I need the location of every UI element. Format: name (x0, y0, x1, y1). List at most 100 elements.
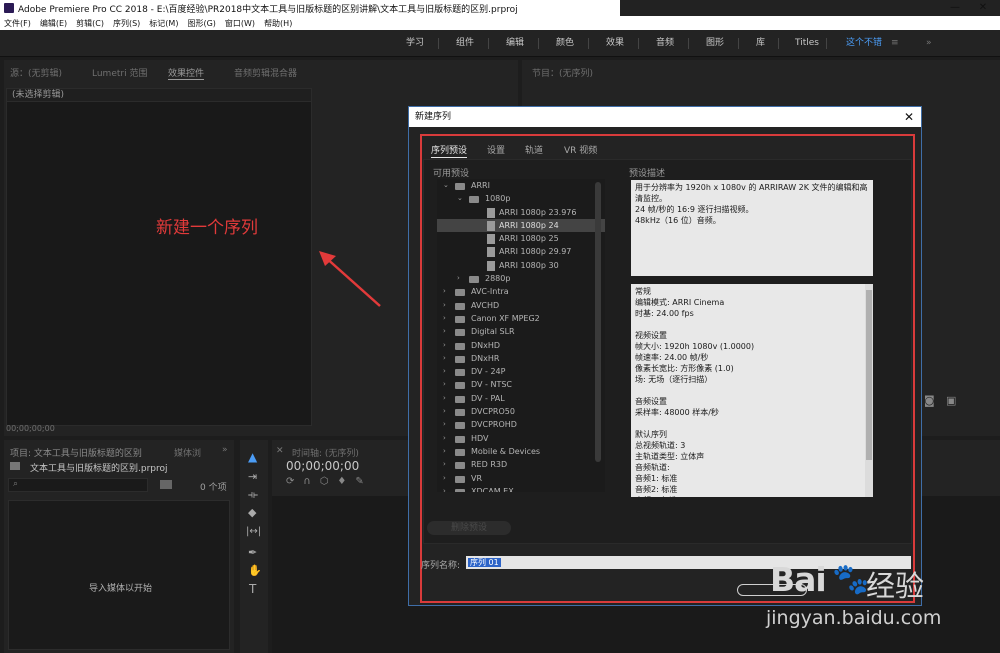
chevron-right-icon[interactable]: › (443, 378, 446, 391)
chevron-right-icon[interactable]: › (443, 365, 446, 378)
tab-effect-controls[interactable]: 效果控件 (168, 66, 205, 80)
preset-item[interactable]: ARRI 1080p 25 (437, 232, 605, 245)
preset-item[interactable]: ARRI 1080p 29.97 (437, 245, 605, 258)
chevron-right-icon[interactable]: › (443, 392, 446, 405)
tab-settings[interactable]: 设置 (487, 143, 505, 156)
delete-preset-button[interactable]: 删除预设 (427, 521, 511, 535)
workspace-titles[interactable]: Titles (795, 30, 819, 57)
minimize-icon[interactable]: — (948, 0, 962, 16)
chevron-right-icon[interactable]: › (443, 485, 446, 492)
menu-marker[interactable]: 标记(M) (149, 18, 178, 29)
preset-folder[interactable]: › DVCPROHD (437, 418, 605, 431)
menu-file[interactable]: 文件(F) (4, 18, 31, 29)
workspace-learn[interactable]: 学习 (406, 30, 424, 57)
menu-help[interactable]: 帮助(H) (264, 18, 292, 29)
window-close-icon[interactable]: ✕ (966, 0, 1000, 16)
workspace-menu-icon[interactable]: ≡ (891, 30, 899, 57)
preset-folder[interactable]: › DV - PAL (437, 392, 605, 405)
tab-timeline[interactable]: 时间轴: (无序列) (292, 446, 359, 459)
workspace-custom[interactable]: 这个不错 (846, 30, 882, 57)
workspace-libraries[interactable]: 库 (756, 30, 765, 57)
details-scrollbar[interactable] (865, 284, 873, 497)
type-tool-icon[interactable]: T (249, 582, 256, 596)
tab-project[interactable]: 项目: 文本工具与旧版标题的区别 (10, 446, 142, 459)
tab-media-browser[interactable]: 媒体浏 (174, 446, 201, 459)
tab-source[interactable]: 源：(无剪辑) (10, 66, 62, 79)
preset-folder[interactable]: › DV - NTSC (437, 378, 605, 391)
timeline-tools-icons[interactable]: ⟳∩⬡♦✎ (286, 476, 373, 487)
workspace-graphics[interactable]: 图形 (706, 30, 724, 57)
preset-folder[interactable]: › DVCPRO50 (437, 405, 605, 418)
chevron-right-icon[interactable]: › (457, 272, 460, 285)
preset-folder[interactable]: › AVCHD (437, 299, 605, 312)
chevron-right-icon[interactable]: › (443, 418, 446, 431)
new-bin-icon[interactable] (160, 480, 172, 489)
preset-folder[interactable]: › Canon XF MPEG2 (437, 312, 605, 325)
preset-folder[interactable]: › DNxHD (437, 339, 605, 352)
chevron-right-icon[interactable]: › (443, 445, 446, 458)
workspace-color[interactable]: 颜色 (556, 30, 574, 57)
chevron-right-icon[interactable]: › (443, 405, 446, 418)
chevron-right-icon[interactable]: › (443, 325, 446, 338)
chevron-right-icon[interactable]: › (443, 285, 446, 298)
preset-folder[interactable]: › DV - 24P (437, 365, 605, 378)
preset-item[interactable]: ARRI 1080p 30 (437, 259, 605, 272)
menu-window[interactable]: 窗口(W) (225, 18, 255, 29)
workspace-editing[interactable]: 编辑 (506, 30, 524, 57)
preset-tree-scrollbar[interactable] (595, 182, 601, 462)
slip-tool-icon[interactable]: |↔| (246, 526, 261, 537)
tab-audio-clip-mixer[interactable]: 音频剪辑混合器 (234, 66, 297, 79)
preset-folder[interactable]: › DNxHR (437, 352, 605, 365)
preset-item[interactable]: ARRI 1080p 23.976 (437, 206, 605, 219)
track-select-tool-icon[interactable]: ⇥ (248, 470, 257, 483)
chevron-right-icon[interactable]: › (443, 472, 446, 485)
workspace-assembly[interactable]: 组件 (456, 30, 474, 57)
project-search-input[interactable]: ⌕ (8, 478, 148, 492)
menu-graphics[interactable]: 图形(G) (187, 18, 215, 29)
camera-icon[interactable]: ◙ (924, 394, 935, 407)
chevron-right-icon[interactable]: › (443, 299, 446, 312)
preset-folder[interactable]: › Mobile & Devices (437, 445, 605, 458)
menu-edit[interactable]: 编辑(E) (40, 18, 67, 29)
preset-folder[interactable]: › Digital SLR (437, 325, 605, 338)
selection-tool-icon[interactable]: ▲ (248, 450, 257, 464)
preset-folder[interactable]: ⌄ 1080p (437, 192, 605, 205)
chevron-right-icon[interactable]: › (443, 432, 446, 445)
chevron-down-icon[interactable]: ⌄ (457, 192, 463, 205)
chevron-right-icon[interactable]: › (443, 312, 446, 325)
tab-lumetri-scopes[interactable]: Lumetri 范围 (92, 66, 147, 79)
pen-tool-icon[interactable]: ✒ (248, 546, 257, 559)
hand-tool-icon[interactable]: ✋ (248, 564, 262, 577)
panel-overflow-icon[interactable]: » (222, 445, 228, 455)
tab-program[interactable]: 节目：(无序列) (532, 66, 593, 79)
workspace-effects[interactable]: 效果 (606, 30, 624, 57)
tab-vr-video[interactable]: VR 视频 (564, 143, 597, 156)
menu-sequence[interactable]: 序列(S) (113, 18, 140, 29)
preset-folder[interactable]: › RED R3D (437, 458, 605, 471)
preset-folder[interactable]: › AVC-Intra (437, 285, 605, 298)
preset-item[interactable]: ARRI 1080p 24 (437, 218, 605, 233)
tab-tracks[interactable]: 轨道 (525, 143, 543, 156)
project-bin-area[interactable]: 导入媒体以开始 (8, 500, 230, 650)
chevron-right-icon[interactable]: › (443, 458, 446, 471)
close-icon[interactable]: ✕ (276, 446, 284, 456)
preset-folder[interactable]: › XDCAM EX (437, 485, 605, 492)
preset-folder[interactable]: › VR (437, 472, 605, 485)
chevron-right-icon[interactable]: › (443, 339, 446, 352)
ripple-edit-tool-icon[interactable]: ⟛ (248, 488, 258, 502)
menu-clip[interactable]: 剪辑(C) (76, 18, 104, 29)
compare-icon[interactable]: ▣ (946, 394, 956, 407)
chevron-right-icon[interactable]: › (443, 352, 446, 365)
tab-sequence-presets[interactable]: 序列预设 (431, 143, 468, 158)
sequence-name-value[interactable]: 序列 01 (468, 558, 501, 567)
workspace-audio[interactable]: 音频 (656, 30, 674, 57)
preset-tree[interactable]: ⌄ ARRI ⌄ 1080p ARRI 1080p 23.976 ARRI 1080p 2… (437, 179, 605, 492)
workspace-overflow-icon[interactable]: » (926, 30, 932, 57)
razor-tool-icon[interactable]: ◆ (248, 506, 256, 519)
preset-folder[interactable]: ⌄ ARRI (437, 179, 605, 192)
dialog-close-icon[interactable]: ✕ (903, 107, 915, 127)
preset-folder[interactable]: › 2880p (437, 272, 605, 285)
preset-folder[interactable]: › HDV (437, 432, 605, 445)
timeline-timecode[interactable]: 00;00;00;00 (286, 459, 359, 473)
chevron-down-icon[interactable]: ⌄ (443, 179, 449, 192)
